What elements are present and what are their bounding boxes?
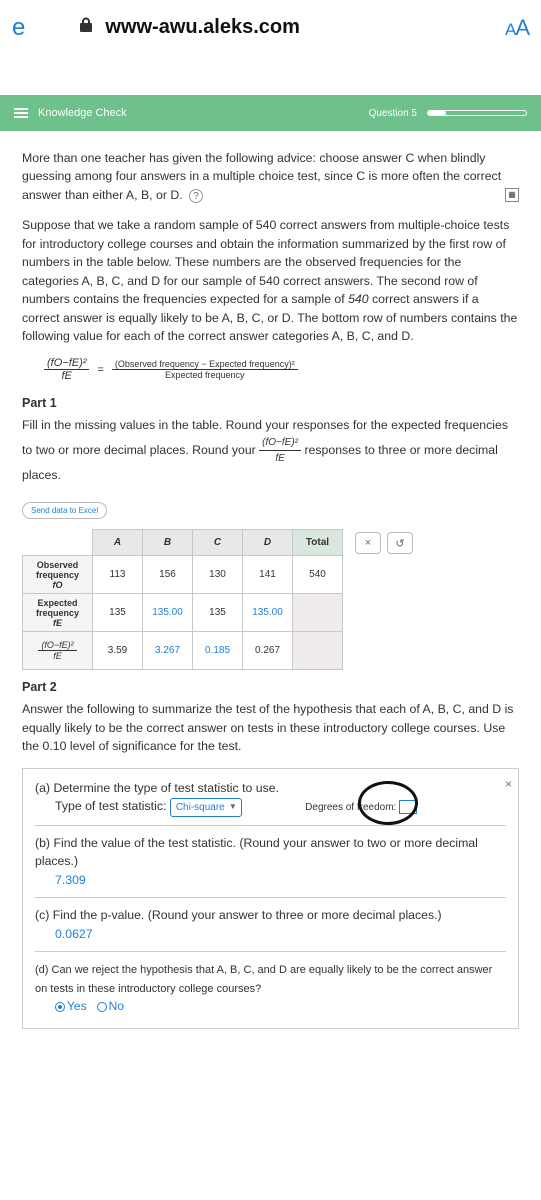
degrees-of-freedom-input[interactable] xyxy=(399,800,417,814)
frequency-table: A B C D Total Observed frequencyfO 113 1… xyxy=(22,529,343,670)
help-icon[interactable]: ? xyxy=(189,189,203,203)
part2-instr: Answer the following to summarize the te… xyxy=(22,700,519,755)
reset-button[interactable]: ↺ xyxy=(387,532,413,554)
col-total: Total xyxy=(293,530,343,556)
answer-box: × (a) Determine the type of test statist… xyxy=(22,768,519,1029)
intro-p1: More than one teacher has given the foll… xyxy=(22,149,519,204)
lock-icon xyxy=(79,17,93,38)
clear-button[interactable]: × xyxy=(355,532,381,554)
row-observed: Observed frequencyfO xyxy=(23,556,93,594)
menu-icon[interactable] xyxy=(14,106,28,120)
col-D: D xyxy=(243,530,293,556)
header-title: Knowledge Check xyxy=(38,107,369,119)
question-number: Question 5 xyxy=(369,108,417,119)
browser-letter: e xyxy=(12,14,25,42)
col-C: C xyxy=(193,530,243,556)
col-B: B xyxy=(143,530,193,556)
close-icon[interactable]: × xyxy=(505,775,512,793)
formula: (fO−fE)² fE = (Observed frequency − Expe… xyxy=(44,357,519,382)
intro-p2: Suppose that we take a random sample of … xyxy=(22,216,519,345)
part1-heading: Part 1 xyxy=(22,396,519,410)
page-header: Knowledge Check Question 5 xyxy=(0,95,541,131)
send-to-excel-button[interactable]: Send data to Excel xyxy=(22,502,107,519)
test-statistic-value[interactable]: 7.309 xyxy=(35,873,86,887)
p-value[interactable]: 0.0627 xyxy=(35,927,93,941)
table-row: (fO−fE)²fE 3.59 3.267 0.185 0.267 . xyxy=(23,632,343,670)
browser-address-bar: e www-awu.aleks.com AA xyxy=(0,0,541,55)
calculator-icon[interactable]: ▦ xyxy=(505,188,519,202)
no-radio[interactable] xyxy=(97,1002,107,1012)
part-c: (c) Find the p-value. (Round your answer… xyxy=(35,897,506,943)
table-row: Expected frequencyfE 135 135.00 135 135.… xyxy=(23,594,343,632)
test-statistic-dropdown[interactable]: Chi-square xyxy=(170,798,242,817)
progress-bar xyxy=(427,110,527,116)
part1-instr: Fill in the missing values in the table.… xyxy=(22,416,519,484)
text-size-control[interactable]: AA xyxy=(505,15,529,41)
row-expected: Expected frequencyfE xyxy=(23,594,93,632)
part-b: (b) Find the value of the test statistic… xyxy=(35,825,506,889)
browser-url: www-awu.aleks.com xyxy=(105,16,493,39)
part-a: (a) Determine the type of test statistic… xyxy=(35,779,506,817)
table-row: Observed frequencyfO 113 156 130 141 540 xyxy=(23,556,343,594)
col-A: A xyxy=(93,530,143,556)
part2-heading: Part 2 xyxy=(22,680,519,694)
yes-radio[interactable] xyxy=(55,1002,65,1012)
part-d: (d) Can we reject the hypothesis that A,… xyxy=(35,951,506,1015)
row-chisq: (fO−fE)²fE xyxy=(23,632,93,670)
